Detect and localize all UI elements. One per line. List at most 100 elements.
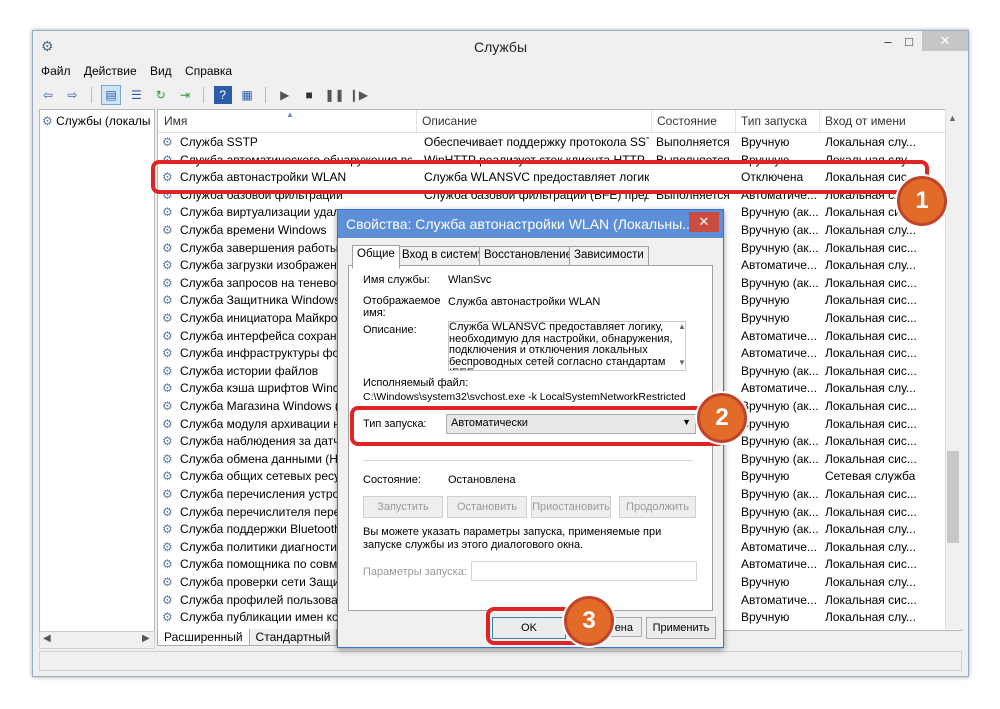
scroll-up-icon[interactable]: ▲ — [678, 322, 686, 331]
scroll-right-icon[interactable]: ▶ — [142, 633, 150, 644]
cell-logon: Локальная слу... — [825, 575, 916, 589]
properties-icon[interactable]: ▦ — [238, 86, 256, 104]
service-gear-icon: ⚙ — [162, 469, 173, 484]
cell-logon: Локальная сис... — [825, 399, 917, 413]
cell-startup: Автоматиче... — [741, 557, 817, 572]
pause-icon[interactable]: ❚❚ — [324, 86, 344, 104]
description-box[interactable]: Служба WLANSVC предоставляет логику, нео… — [448, 321, 686, 371]
cell-logon: Локальная сис... — [825, 592, 917, 607]
tab-extended[interactable]: Расширенный — [157, 629, 250, 646]
description-label: Описание: — [363, 324, 417, 336]
cell-startup: Вручную (ак... — [741, 240, 819, 255]
menu-view[interactable]: Вид — [150, 64, 172, 78]
cell-startup: Вручную (ак... — [741, 522, 819, 537]
stop-icon[interactable]: ■ — [300, 86, 318, 104]
forward-icon[interactable]: ⇨ — [63, 86, 81, 104]
cell-startup: Вручную — [741, 469, 790, 484]
menu-action[interactable]: Действие — [84, 64, 137, 78]
menu-bar: Файл Действие Вид Справка — [41, 64, 242, 82]
resume-service-button[interactable]: Продолжить — [619, 496, 696, 518]
cell-logon: Локальная слу... — [825, 539, 916, 554]
dialog-title: Свойства: Служба автонастройки WLAN (Лок… — [346, 216, 694, 232]
help-icon[interactable]: ? — [213, 86, 232, 104]
toolbar-separator — [203, 87, 205, 103]
pause-service-button[interactable]: Приостановить — [531, 496, 611, 518]
play-icon[interactable]: ▶ — [276, 86, 294, 104]
cell-startup: Автоматиче... — [741, 258, 817, 273]
cell-startup: Автоматиче... — [741, 346, 817, 361]
column-divider[interactable] — [735, 110, 736, 132]
horizontal-scrollbar[interactable]: ◀ ▶ — [39, 631, 155, 649]
state-value: Остановлена — [448, 474, 516, 486]
executable-label: Исполняемый файл: — [363, 377, 469, 389]
column-logon[interactable]: Вход от имени — [825, 114, 906, 128]
cell-startup: Вручную (ак... — [741, 487, 819, 501]
column-divider[interactable] — [416, 110, 417, 132]
cell-logon: Локальная сис... — [825, 451, 917, 466]
column-state[interactable]: Состояние — [657, 114, 717, 128]
column-divider[interactable] — [651, 110, 652, 132]
service-gear-icon: ⚙ — [162, 293, 173, 308]
apply-button[interactable]: Применить — [646, 617, 716, 639]
service-gear-icon: ⚙ — [162, 610, 173, 625]
cell-logon: Локальная сис... — [825, 328, 917, 343]
sort-arrow-icon: ▲ — [286, 110, 294, 119]
column-startup[interactable]: Тип запуска — [741, 114, 807, 128]
cell-startup: Вручную (ак... — [741, 205, 819, 220]
toolbar-separator — [265, 87, 267, 103]
column-name[interactable]: Имя — [164, 114, 187, 128]
cell-logon: Локальная сис... — [825, 346, 917, 361]
scroll-down-icon[interactable]: ▼ — [678, 358, 686, 367]
cell-startup: Автоматиче... — [741, 328, 817, 343]
cell-logon: Локальная сис... — [825, 434, 917, 449]
cell-logon: Локальная слу... — [825, 610, 916, 625]
scrollbar-thumb[interactable] — [947, 451, 959, 543]
highlight-startup-type — [350, 406, 726, 446]
stop-service-button[interactable]: Остановить — [447, 496, 527, 518]
menu-file[interactable]: Файл — [41, 64, 71, 78]
start-service-button[interactable]: Запустить — [363, 496, 443, 518]
cell-logon: Локальная сис... — [825, 416, 917, 431]
vertical-scrollbar[interactable] — [945, 109, 962, 629]
service-gear-icon: ⚙ — [162, 504, 173, 519]
export-icon[interactable]: ⇥ — [176, 86, 194, 104]
scroll-up-icon[interactable]: ▲ — [948, 113, 957, 123]
cell-startup: Вручную (ак... — [741, 504, 819, 519]
cell-logon: Локальная сис... — [825, 557, 917, 572]
tree-item-services[interactable]: ⚙ Службы (локалы — [42, 114, 151, 128]
service-gear-icon: ⚙ — [162, 575, 173, 589]
back-icon[interactable]: ⇦ — [39, 86, 57, 104]
cell-logon: Локальная сис... — [825, 240, 917, 255]
service-name-value: WlanSvc — [448, 274, 492, 286]
refresh-icon[interactable]: ↻ — [152, 86, 170, 104]
toolbar-separator — [90, 87, 92, 103]
tab-general[interactable]: Общие — [352, 245, 400, 269]
highlight-wlan-row — [151, 160, 929, 194]
start-params-input[interactable] — [471, 561, 697, 581]
service-gear-icon: ⚙ — [162, 399, 173, 413]
close-button[interactable]: ✕ — [922, 31, 968, 51]
maximize-button[interactable]: □ — [895, 32, 923, 52]
service-gear-icon: ⚙ — [162, 557, 173, 572]
cell-logon: Локальная сис... — [825, 504, 917, 519]
column-divider[interactable] — [819, 110, 820, 132]
cell-startup: Вручную (ак... — [741, 363, 819, 378]
cell-startup: Автоматиче... — [741, 592, 817, 607]
menu-help[interactable]: Справка — [185, 64, 232, 78]
service-gear-icon: ⚙ — [162, 451, 173, 466]
cell-startup: Вручную — [741, 610, 790, 625]
tab-standard[interactable]: Стандартный — [248, 629, 338, 646]
service-name-label: Имя службы: — [363, 274, 430, 286]
cell-logon: Сетевая служба — [825, 469, 916, 484]
table-row[interactable]: ⚙ Служба SSTP Обеспечивает поддержку прото… — [158, 133, 946, 151]
dialog-close-button[interactable]: ✕ — [689, 212, 719, 232]
scroll-left-icon[interactable]: ◀ — [43, 633, 51, 644]
restart-icon[interactable]: ❙▶ — [349, 86, 368, 104]
list-icon[interactable]: ☰ — [127, 86, 145, 104]
column-description[interactable]: Описание — [422, 114, 477, 128]
console-tree-icon[interactable]: ▤ — [101, 85, 122, 105]
cell-logon: Локальная слу... — [825, 381, 916, 396]
cell-logon: Локальная слу... — [825, 135, 916, 149]
cell-startup: Вручную (ак... — [741, 434, 819, 449]
dialog-title-bar: Свойства: Служба автонастройки WLAN (Лок… — [338, 210, 723, 238]
